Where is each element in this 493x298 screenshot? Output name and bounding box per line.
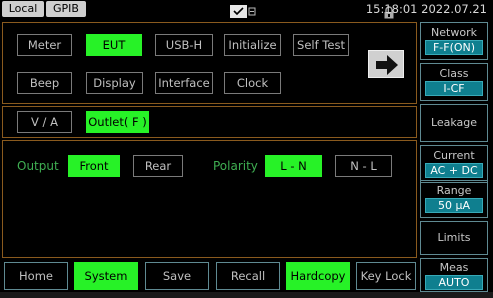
beep-button[interactable]: Beep <box>17 72 72 94</box>
range-softkey[interactable]: Range 50 µA <box>420 180 488 218</box>
right-arrow-icon <box>376 55 398 75</box>
current-title: Current <box>433 149 475 162</box>
hardcopy-menu-button[interactable]: Hardcopy <box>286 262 350 290</box>
network-softkey[interactable]: Network F-F(ON) <box>420 22 488 60</box>
local-indicator: Local <box>2 1 44 17</box>
next-page-arrow-button[interactable] <box>368 50 404 78</box>
class-title: Class <box>439 67 469 80</box>
meas-title: Meas <box>439 261 469 274</box>
current-softkey[interactable]: Current AC + DC <box>420 145 488 183</box>
home-menu-button[interactable]: Home <box>4 262 68 290</box>
current-value: AC + DC <box>425 163 483 178</box>
system-menu-button[interactable]: System <box>74 262 138 290</box>
meter-button[interactable]: Meter <box>17 34 72 56</box>
output-rear-button[interactable]: Rear <box>133 155 183 177</box>
tab-va[interactable]: V / A <box>17 111 72 133</box>
tab-outlet[interactable]: Outlet( F ) <box>86 111 149 133</box>
leakage-softkey[interactable]: Leakage <box>420 104 488 142</box>
interface-button[interactable]: Interface <box>155 72 213 94</box>
status-bar: Local GPIB 15:18:01 2022.07.21 <box>0 0 493 20</box>
usb-h-button[interactable]: USB-H <box>155 34 213 56</box>
bottom-bezel <box>0 292 493 298</box>
range-title: Range <box>436 184 472 197</box>
usb-device-icon <box>230 3 256 18</box>
meas-value: AUTO <box>425 275 483 290</box>
gpib-indicator: GPIB <box>46 1 86 17</box>
limits-softkey[interactable]: Limits <box>420 221 488 255</box>
polarity-nl-button[interactable]: N - L <box>335 155 392 177</box>
meas-softkey[interactable]: Meas AUTO <box>420 258 488 292</box>
recall-menu-button[interactable]: Recall <box>216 262 280 290</box>
output-label: Output <box>17 159 59 173</box>
class-value: I-CF <box>425 81 483 96</box>
output-front-button[interactable]: Front <box>68 155 120 177</box>
initialize-button[interactable]: Initialize <box>224 34 281 56</box>
clock-button[interactable]: Clock <box>224 72 281 94</box>
clock-readout: 15:18:01 2022.07.21 <box>365 2 487 16</box>
polarity-ln-button[interactable]: L - N <box>265 155 322 177</box>
class-softkey[interactable]: Class I-CF <box>420 63 488 101</box>
display-button[interactable]: Display <box>86 72 143 94</box>
save-menu-button[interactable]: Save <box>145 262 209 290</box>
range-value: 50 µA <box>425 198 483 213</box>
eut-button[interactable]: EUT <box>86 34 142 56</box>
polarity-label: Polarity <box>213 159 258 173</box>
network-title: Network <box>431 26 477 39</box>
self-test-button[interactable]: Self Test <box>293 34 349 56</box>
key-lock-menu-button[interactable]: Key Lock <box>356 262 416 290</box>
network-value: F-F(ON) <box>425 40 483 55</box>
